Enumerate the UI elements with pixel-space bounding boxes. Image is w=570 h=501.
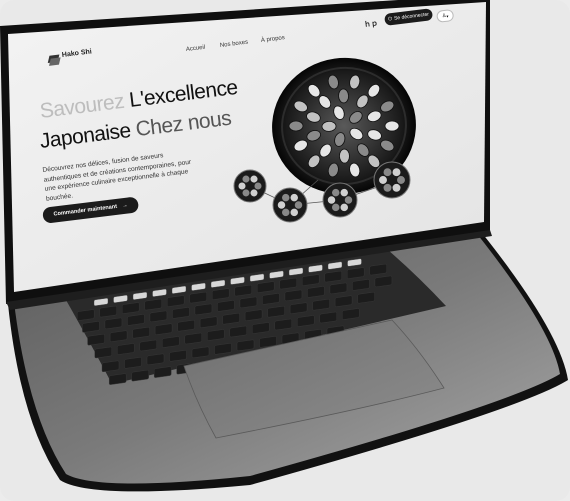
sushi-piece	[290, 208, 298, 217]
sushi-piece	[379, 176, 387, 184]
photo-stage: Hako Shi Accueil Nos boxes À propos ｈｐ ⏻…	[0, 0, 570, 501]
sushi-piece	[238, 182, 246, 190]
sushi-piece	[327, 196, 336, 204]
sushi-piece	[242, 189, 250, 197]
sushi-piece	[254, 182, 262, 190]
laptop-illustration	[0, 0, 568, 492]
sushi-piece	[282, 208, 290, 217]
sushi-piece	[294, 201, 303, 209]
sushi-piece	[242, 175, 250, 183]
sushi-piece	[250, 175, 258, 183]
sushi-piece	[340, 203, 348, 212]
sushi-piece	[282, 193, 290, 202]
secondary-logo: ｈｐ	[363, 20, 379, 29]
sushi-piece	[397, 176, 405, 184]
order-now-label: Commander maintenant	[53, 203, 118, 218]
sushi-piece	[338, 88, 349, 104]
sushi-piece	[290, 193, 298, 202]
chevron-down-icon: ▾	[446, 13, 449, 19]
sushi-piece	[277, 201, 286, 209]
logout-label: Se déconnecter	[393, 11, 430, 22]
sushi-piece	[321, 120, 337, 132]
sushi-piece	[383, 168, 392, 177]
sushi-piece	[332, 188, 340, 197]
sushi-piece	[250, 189, 258, 197]
sushi-piece	[332, 203, 340, 212]
sushi-piece	[392, 168, 401, 177]
sushi-piece	[392, 183, 401, 192]
sushi-piece	[339, 148, 350, 164]
sushi-piece	[288, 120, 304, 132]
sushi-piece	[344, 196, 353, 204]
sushi-piece	[340, 188, 348, 197]
logout-icon: ⏻	[387, 16, 393, 23]
arrow-right-icon: →	[121, 202, 129, 210]
sushi-piece	[383, 183, 392, 192]
sushi-piece	[384, 120, 400, 132]
